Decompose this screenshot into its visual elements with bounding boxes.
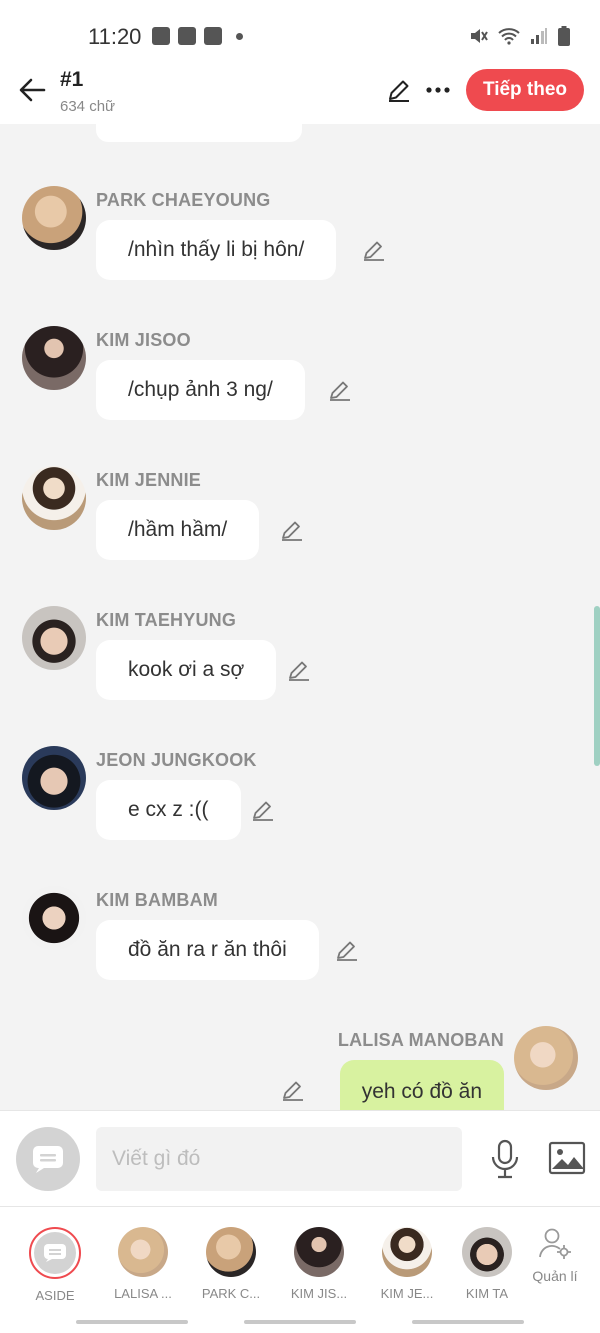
recent-apps-handle[interactable]: [76, 1320, 188, 1324]
character-name: KIM JE...: [380, 1286, 434, 1301]
my-message-item: LALISA MANOBAN yeh có đồ ăn: [0, 1026, 600, 1110]
message-bubble[interactable]: /nhìn thấy li bị hôn/: [96, 220, 337, 280]
message-input[interactable]: [96, 1127, 462, 1191]
character-item[interactable]: PARK C...: [187, 1227, 275, 1301]
avatar[interactable]: [22, 326, 86, 390]
more-notifications-dot-icon: [236, 32, 243, 40]
sender-name: LALISA MANOBAN: [337, 1030, 504, 1050]
avatar: [462, 1227, 512, 1277]
more-options-button[interactable]: [422, 74, 454, 106]
status-bar: 11:20: [0, 0, 600, 62]
edit-message-icon[interactable]: [287, 658, 311, 682]
wifi-icon: [498, 28, 520, 45]
image-button[interactable]: [548, 1141, 586, 1175]
chat-area[interactable]: PARK CHAEYOUNG /nhìn thấy li bị hôn/ KIM…: [0, 124, 600, 1110]
image-icon: [548, 1141, 586, 1175]
my-message-bubble[interactable]: yeh có đồ ăn: [339, 1060, 504, 1110]
edit-message-icon[interactable]: [281, 1078, 305, 1102]
character-item[interactable]: LALISA ...: [99, 1227, 187, 1301]
back-button[interactable]: [14, 72, 50, 108]
character-name: ASIDE: [35, 1288, 75, 1303]
app-notification-icon: [204, 27, 222, 45]
edit-message-icon[interactable]: [328, 378, 352, 402]
avatar: [206, 1227, 256, 1277]
message-item: KIM JISOO /chụp ảnh 3 ng/: [0, 326, 600, 436]
page-title: #1: [60, 68, 84, 91]
status-notification-icons: [152, 27, 243, 45]
manage-label: Quản lí: [532, 1268, 578, 1284]
sender-name: KIM BAMBAM: [96, 890, 218, 910]
status-system-icons: [468, 26, 570, 46]
character-item[interactable]: KIM JE...: [363, 1227, 451, 1301]
voice-button[interactable]: [488, 1139, 522, 1179]
message-item: PARK CHAEYOUNG /nhìn thấy li bị hôn/: [0, 186, 600, 296]
message-bubble[interactable]: đồ ăn ra r ăn thôi: [96, 920, 319, 980]
sender-name: PARK CHAEYOUNG: [96, 190, 271, 210]
gesture-nav-bar: [0, 1310, 600, 1333]
avatar[interactable]: [22, 186, 86, 250]
user-settings-icon: [539, 1228, 571, 1259]
avatar: [382, 1227, 432, 1277]
character-name: KIM JIS...: [290, 1286, 348, 1301]
edit-message-icon[interactable]: [251, 798, 275, 822]
more-dots-icon: [426, 87, 450, 93]
back-handle[interactable]: [412, 1320, 524, 1324]
message-input-bar: [0, 1110, 600, 1206]
character-item[interactable]: KIM JIS...: [275, 1227, 363, 1301]
chat-scrollbar[interactable]: [594, 606, 600, 766]
previous-message-bubble[interactable]: [96, 124, 302, 142]
sender-name: KIM JENNIE: [96, 470, 202, 490]
message-bubble[interactable]: /hầm hầm/: [96, 500, 260, 560]
status-time: 11:20: [88, 24, 142, 49]
signal-icon: [531, 28, 547, 44]
avatar[interactable]: [22, 746, 86, 810]
manage-characters-button[interactable]: Quản lí: [520, 1227, 590, 1284]
message-item: KIM JENNIE /hầm hầm/: [0, 466, 600, 576]
edit-message-icon[interactable]: [280, 518, 304, 542]
character-bar: ASIDE LALISA ... PARK C... KIM JIS... KI…: [0, 1206, 600, 1310]
character-name: PARK C...: [201, 1286, 261, 1301]
message-item: JEON JUNGKOOK e cx z :((: [0, 746, 600, 856]
mute-icon: [471, 29, 488, 43]
pencil-icon: [389, 80, 409, 102]
next-button[interactable]: Tiếp theo: [466, 69, 584, 111]
aside-avatar: [29, 1227, 81, 1279]
avatar[interactable]: [22, 606, 86, 670]
shop-notification-icon: [178, 27, 196, 45]
story-header: #1 634 chữ Tiếp theo: [0, 62, 600, 124]
avatar[interactable]: [514, 1026, 578, 1090]
battery-icon: [558, 26, 570, 46]
character-name: KIM TA: [465, 1286, 509, 1301]
sender-name: KIM TAEHYUNG: [96, 610, 237, 630]
sender-name: KIM JISOO: [96, 330, 191, 350]
sender-name: JEON JUNGKOOK: [96, 750, 257, 770]
avatar: [118, 1227, 168, 1277]
avatar: [294, 1227, 344, 1277]
character-name: LALISA ...: [114, 1286, 172, 1301]
chat-bubble-icon: [33, 1146, 63, 1173]
message-bubble[interactable]: e cx z :((: [96, 780, 241, 840]
microphone-icon: [491, 1139, 519, 1179]
message-type-button[interactable]: [16, 1127, 80, 1191]
edit-title-button[interactable]: [383, 74, 415, 106]
avatar[interactable]: [22, 466, 86, 530]
word-count: 634 chữ: [60, 98, 116, 115]
arrow-left-icon: [19, 78, 46, 102]
home-handle[interactable]: [244, 1320, 356, 1324]
edit-message-icon[interactable]: [362, 238, 386, 262]
chat-bubble-icon: [44, 1244, 66, 1262]
avatar[interactable]: [22, 886, 86, 950]
message-item: KIM BAMBAM đồ ăn ra r ăn thôi: [0, 886, 600, 996]
message-bubble[interactable]: /chụp ảnh 3 ng/: [96, 360, 305, 420]
edit-message-icon[interactable]: [335, 938, 359, 962]
gallery-notification-icon: [152, 27, 170, 45]
character-aside[interactable]: ASIDE: [11, 1227, 99, 1303]
message-bubble[interactable]: kook ơi a sợ: [96, 640, 277, 700]
message-item: KIM TAEHYUNG kook ơi a sợ: [0, 606, 600, 716]
character-item[interactable]: KIM TA: [451, 1227, 523, 1301]
